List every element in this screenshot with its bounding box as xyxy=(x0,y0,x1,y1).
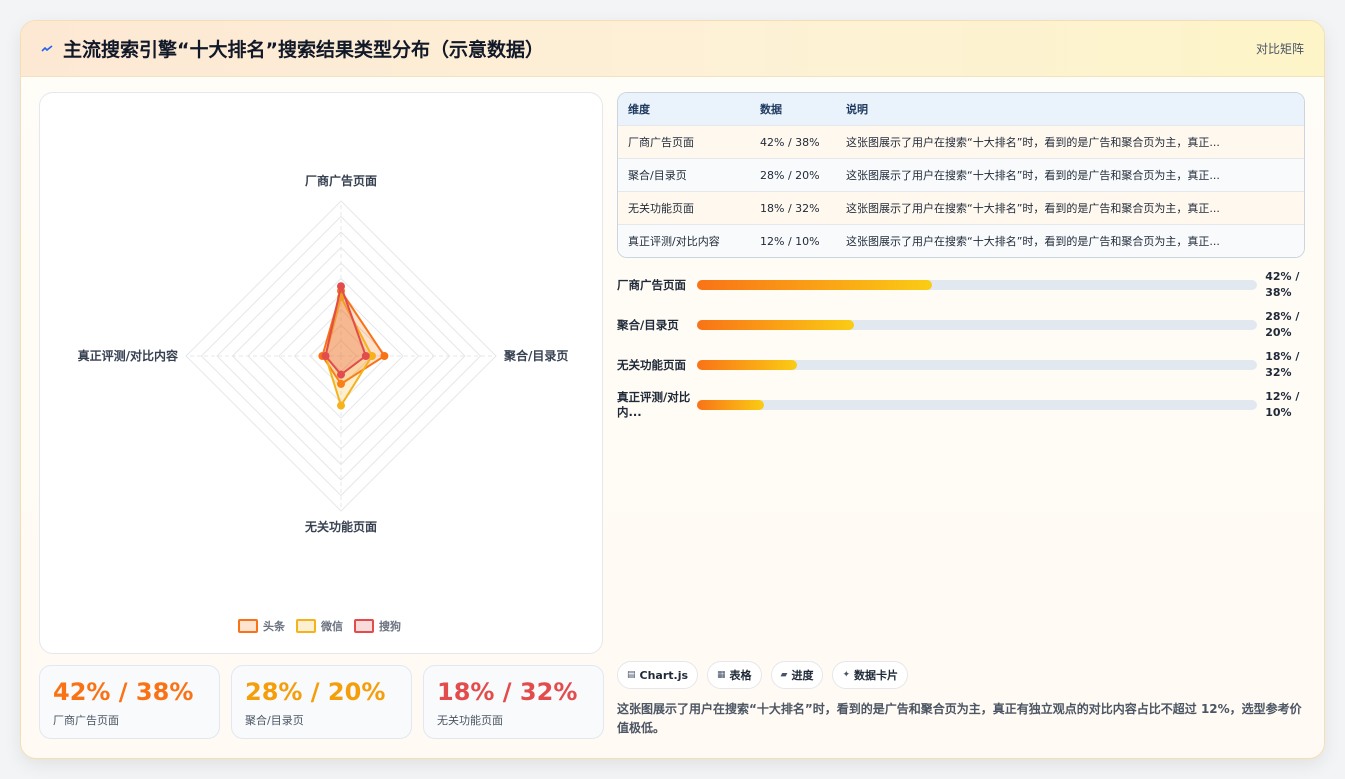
legend-swatch xyxy=(238,619,258,633)
table-cell: 28% / 20% xyxy=(760,168,820,182)
chip-progress[interactable]: ▰ 进度 xyxy=(770,661,824,689)
chart-description: 这张图展示了用户在搜索“十大排名”时，看到的是广告和聚合页为主，真正有独立观点的… xyxy=(617,702,1302,735)
progress-label: 厂商广告页面 xyxy=(617,277,686,292)
radar-data-point xyxy=(321,352,330,360)
stat-value: 28% / 20% xyxy=(245,678,386,706)
radar-data-point xyxy=(361,352,370,360)
chip-label: 进度 xyxy=(791,669,814,682)
stat-value: 18% / 32% xyxy=(437,678,578,706)
stat-label: 厂商广告页面 xyxy=(53,714,119,727)
progress-fill xyxy=(696,360,798,370)
radar-axis-label: 厂商广告页面 xyxy=(305,173,377,188)
progress-list: 厂商广告页面 42% / 38% 聚合/目录页 28% / 20% 无关功能页面… xyxy=(617,265,1305,425)
progress-track xyxy=(696,280,1258,290)
progress-row: 厂商广告页面 42% / 38% xyxy=(617,265,1305,305)
table-icon: ▦ xyxy=(717,670,726,680)
radar-axis-label: 聚合/目录页 xyxy=(503,348,568,363)
legend-label: 微信 xyxy=(320,619,343,633)
table-cell: 12% / 10% xyxy=(760,234,820,248)
stat-card: 18% / 32% 无关功能页面 xyxy=(423,665,604,739)
chip-data-cards[interactable]: ✦ 数据卡片 xyxy=(832,661,909,689)
progress-track xyxy=(696,320,1258,330)
progress-fill xyxy=(696,320,854,330)
header: 主流搜索引擎“十大排名”搜索结果类型分布（示意数据） 对比矩阵 xyxy=(21,21,1324,77)
sparkle-icon: ✦ xyxy=(842,670,851,680)
progress-row: 无关功能页面 18% / 32% xyxy=(617,345,1305,385)
column-header: 说明 xyxy=(846,103,868,116)
table-row: 厂商广告页面 42% / 38% 这张图展示了用户在搜索“十大排名”时，看到的是… xyxy=(618,125,1304,158)
radar-data-point xyxy=(337,401,345,410)
legend-swatch xyxy=(296,619,316,633)
legend-label: 头条 xyxy=(263,619,286,633)
table-header-row: 维度 数据 说明 xyxy=(618,93,1304,125)
table-cell: 这张图展示了用户在搜索“十大排名”时，看到的是广告和聚合页为主，真正... xyxy=(846,202,1220,215)
chip-row: ▤ Chart.js ▦ 表格 ▰ 进度 ✦ 数据卡片 xyxy=(617,661,909,689)
table-cell: 厂商广告页面 xyxy=(628,136,694,149)
table-cell: 18% / 32% xyxy=(760,201,820,215)
column-header: 维度 xyxy=(628,103,650,116)
radar-chart: 厂商广告页面聚合/目录页无关功能页面 真正评测/对比内容头条 微信 搜狗 xyxy=(78,173,568,633)
wave-icon xyxy=(41,44,53,52)
legend-swatch xyxy=(354,619,374,633)
stat-value: 42% / 38% xyxy=(53,678,194,706)
radar-axis-label: 无关功能页面 xyxy=(304,519,377,534)
page-title: 主流搜索引擎“十大排名”搜索结果类型分布（示意数据） xyxy=(63,39,544,61)
table-cell: 聚合/目录页 xyxy=(628,169,687,182)
table-cell: 42% / 38% xyxy=(760,135,820,149)
chip-label: Chart.js xyxy=(639,668,689,682)
table-row: 无关功能页面 18% / 32% 这张图展示了用户在搜索“十大排名”时，看到的是… xyxy=(618,191,1304,224)
table-cell: 无关功能页面 xyxy=(628,202,694,215)
progress-track xyxy=(696,400,1258,410)
radar-chart-panel: 厂商广告页面聚合/目录页无关功能页面 真正评测/对比内容头条 微信 搜狗 xyxy=(39,92,603,654)
column-header: 数据 xyxy=(760,103,782,116)
progress-value: 12% / 10% xyxy=(1265,390,1300,419)
stat-card: 28% / 20% 聚合/目录页 xyxy=(231,665,412,739)
matrix-link[interactable]: 对比矩阵 xyxy=(1256,40,1304,57)
progress-label: 聚合/目录页 xyxy=(617,317,679,332)
table-cell: 这张图展示了用户在搜索“十大排名”时，看到的是广告和聚合页为主，真正... xyxy=(846,169,1220,182)
progress-label: 无关功能页面 xyxy=(617,357,686,372)
chip-label: 表格 xyxy=(729,669,752,682)
stat-label: 无关功能页面 xyxy=(437,714,503,727)
chip-table[interactable]: ▦ 表格 xyxy=(707,661,762,689)
table-row: 真正评测/对比内容 12% / 10% 这张图展示了用户在搜索“十大排名”时，看… xyxy=(618,224,1304,257)
table-cell: 真正评测/对比内容 xyxy=(628,235,720,248)
radar-data-point xyxy=(337,370,345,379)
progress-fill xyxy=(696,400,764,410)
table-row: 聚合/目录页 28% / 20% 这张图展示了用户在搜索“十大排名”时，看到的是… xyxy=(618,158,1304,191)
progress-icon: ▰ xyxy=(780,670,788,680)
stat-cards: 42% / 38% 厂商广告页面 28% / 20% 聚合/目录页 18% / … xyxy=(39,665,604,739)
chart-icon: ▤ xyxy=(627,670,636,680)
stat-label: 聚合/目录页 xyxy=(245,714,304,727)
chip-chartjs[interactable]: ▤ Chart.js xyxy=(617,661,699,689)
progress-value: 28% / 20% xyxy=(1265,310,1300,339)
progress-fill xyxy=(696,280,933,290)
chip-label: 数据卡片 xyxy=(854,669,899,682)
progress-value: 18% / 32% xyxy=(1265,350,1300,379)
progress-row: 真正评测/对比内... 12% / 10% xyxy=(617,385,1305,425)
progress-row: 聚合/目录页 28% / 20% xyxy=(617,305,1305,345)
legend-label: 搜狗 xyxy=(379,619,401,633)
radar-axis-label: 真正评测/对比内容 xyxy=(78,348,178,363)
radar-data-point xyxy=(380,352,389,360)
data-table: 维度 数据 说明 厂商广告页面 42% / 38% 这张图展示了用户在搜索“十大… xyxy=(617,92,1305,258)
stat-card: 42% / 38% 厂商广告页面 xyxy=(39,665,220,739)
progress-label: 真正评测/对比内... xyxy=(617,390,691,419)
table-cell: 这张图展示了用户在搜索“十大排名”时，看到的是广告和聚合页为主，真正... xyxy=(846,235,1220,248)
progress-value: 42% / 38% xyxy=(1265,270,1300,299)
table-cell: 这张图展示了用户在搜索“十大排名”时，看到的是广告和聚合页为主，真正... xyxy=(846,136,1220,149)
progress-track xyxy=(696,360,1258,370)
radar-data-point xyxy=(337,282,345,291)
